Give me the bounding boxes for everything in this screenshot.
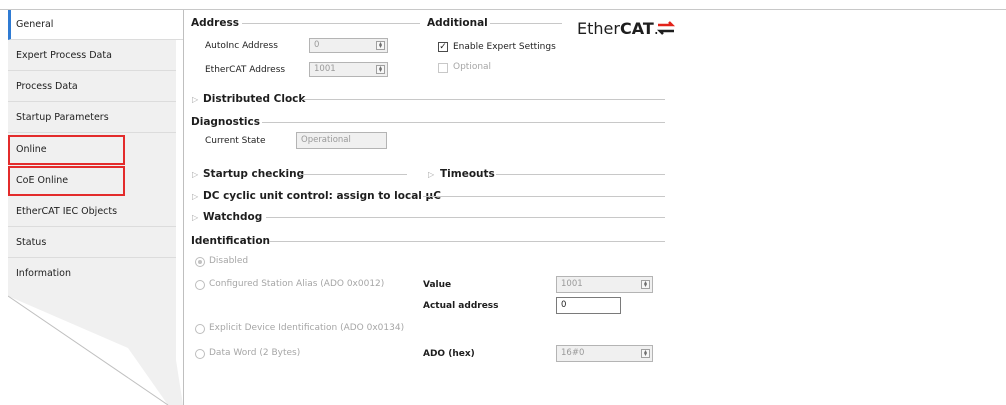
identification-line	[269, 241, 665, 242]
watchdog-expander-icon[interactable]: ▷	[192, 213, 198, 222]
distributed-clock-header[interactable]: Distributed Clock	[203, 93, 305, 105]
ethercat-address-label: EtherCAT Address	[205, 65, 286, 75]
tab-information[interactable]: Information	[8, 259, 176, 289]
tab-general[interactable]: General	[8, 10, 183, 40]
data-word-radio[interactable]	[195, 349, 205, 359]
diagnostics-line	[262, 122, 665, 123]
ethercat-logo: EtherCAT.	[577, 19, 675, 38]
tab-expert-process-data[interactable]: Expert Process Data	[8, 41, 176, 71]
tab-status[interactable]: Status	[8, 228, 176, 258]
startup-checking-line	[299, 174, 407, 175]
ado-hex-label: ADO (hex)	[423, 349, 475, 359]
dc-cyclic-expander-icon[interactable]: ▷	[192, 192, 198, 201]
ado-hex-field[interactable]: 16#0 ▴ ▾	[556, 345, 653, 362]
timeouts-line	[496, 174, 665, 175]
diagnostics-title: Diagnostics	[191, 116, 260, 128]
distributed-clock-expander-icon[interactable]: ▷	[192, 95, 198, 104]
tab-coe-online[interactable]: CoE Online	[8, 166, 125, 196]
additional-group-title: Additional	[427, 17, 488, 29]
current-state-value: Operational	[301, 135, 351, 145]
ethercat-spinner-icon[interactable]: ▴ ▾	[376, 65, 385, 74]
tab-process-data[interactable]: Process Data	[8, 72, 176, 102]
watchdog-header[interactable]: Watchdog	[203, 211, 262, 223]
actual-address-field[interactable]: 0	[556, 297, 621, 314]
timeouts-header[interactable]: Timeouts	[440, 168, 495, 180]
explicit-device-radio[interactable]	[195, 324, 205, 334]
watchdog-line	[266, 217, 665, 218]
tab-ethercat-iec-objects[interactable]: EtherCAT IEC Objects	[8, 197, 176, 227]
value-field[interactable]: 1001 ▴ ▾	[556, 276, 653, 293]
ado-spinner-icon[interactable]: ▴ ▾	[641, 349, 650, 358]
sidebar: General Expert Process Data Process Data…	[8, 10, 183, 405]
ethercat-address-value: 1001	[314, 64, 336, 74]
enable-expert-checkbox[interactable]: ✓	[438, 42, 448, 52]
value-label: Value	[423, 280, 452, 290]
enable-expert-label: Enable Expert Settings	[453, 42, 556, 52]
distributed-clock-line	[302, 99, 665, 100]
autoinc-address-value: 0	[314, 40, 320, 50]
startup-checking-header[interactable]: Startup checking	[203, 168, 304, 180]
optional-label: Optional	[453, 62, 492, 72]
address-group-line	[242, 23, 420, 24]
timeouts-expander-icon[interactable]: ▷	[428, 170, 434, 179]
current-state-field: Operational	[296, 132, 387, 149]
configured-alias-label: Configured Station Alias (ADO 0x0012)	[209, 279, 385, 289]
data-word-label: Data Word (2 Bytes)	[209, 348, 301, 358]
identification-title: Identification	[191, 235, 271, 247]
current-state-label: Current State	[205, 136, 266, 146]
ado-hex-value: 16#0	[561, 348, 585, 358]
value-spinner-icon[interactable]: ▴ ▾	[641, 280, 650, 289]
panel-divider	[183, 10, 184, 405]
disabled-radio-label: Disabled	[209, 256, 249, 266]
tab-online[interactable]: Online	[8, 135, 125, 165]
actual-address-label: Actual address	[423, 301, 499, 311]
actual-address-value: 0	[561, 300, 567, 310]
tab-startup-parameters[interactable]: Startup Parameters	[8, 103, 176, 133]
configured-alias-radio[interactable]	[195, 280, 205, 290]
startup-checking-expander-icon[interactable]: ▷	[192, 170, 198, 179]
autoinc-address-label: AutoInc Address	[205, 41, 278, 51]
ethercat-arrows-icon	[657, 21, 675, 35]
value-field-value: 1001	[561, 279, 583, 289]
ethercat-address-field[interactable]: 1001 ▴ ▾	[309, 62, 388, 77]
autoinc-spinner-icon[interactable]: ▴ ▾	[376, 41, 385, 50]
dc-cyclic-header[interactable]: DC cyclic unit control: assign to local …	[203, 190, 441, 202]
disabled-radio[interactable]	[195, 257, 205, 267]
dc-cyclic-line	[423, 196, 665, 197]
explicit-device-label: Explicit Device Identification (ADO 0x01…	[209, 323, 405, 333]
optional-checkbox[interactable]	[438, 63, 448, 73]
address-group-title: Address	[191, 17, 239, 29]
additional-group-line	[490, 23, 562, 24]
autoinc-address-field[interactable]: 0 ▴ ▾	[309, 38, 388, 53]
